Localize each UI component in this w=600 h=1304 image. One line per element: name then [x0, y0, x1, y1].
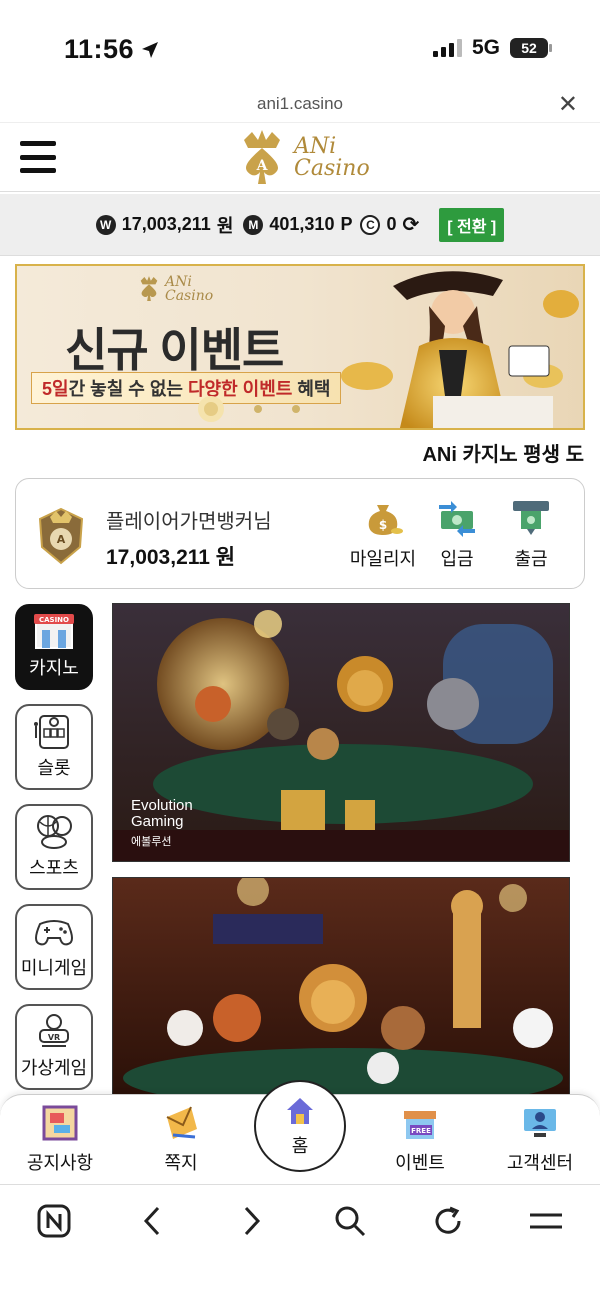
- svg-text:CASINO: CASINO: [39, 616, 69, 624]
- banner-logo: ANi Casino: [137, 274, 213, 304]
- browser-toolbar: [0, 1184, 600, 1304]
- menu-button[interactable]: [524, 1201, 568, 1241]
- banner-logo-line2: Casino: [165, 288, 214, 304]
- deposit-button[interactable]: 입금: [422, 499, 492, 571]
- mileage-button[interactable]: $ 마일리지: [348, 499, 418, 571]
- nav-customer-center[interactable]: 고객센터: [500, 1103, 580, 1175]
- category-slot[interactable]: 슬롯: [15, 704, 93, 790]
- gamepad-icon: [35, 920, 73, 946]
- pagination-dot[interactable]: [254, 405, 262, 413]
- category-virtual[interactable]: VR 가상게임: [15, 1004, 93, 1090]
- close-icon[interactable]: ✕: [558, 90, 578, 119]
- crown-spade-logo-icon: [140, 276, 158, 301]
- balance-coins: 0: [386, 214, 397, 234]
- site-header: A ANi Casino: [0, 122, 600, 192]
- evolution-logo: Evolution Gaming 에볼루션: [131, 797, 193, 849]
- url-text[interactable]: ani1.casino: [0, 94, 600, 114]
- gift-free-icon: FREE: [404, 1111, 436, 1139]
- deposit-icon: [439, 501, 475, 537]
- naver-n-icon: [37, 1204, 71, 1238]
- user-nickname: 플레이어가면뱅커님: [106, 511, 272, 533]
- casino-animals-illustration-2: [113, 878, 569, 1096]
- logo-line2: Casino: [294, 156, 370, 181]
- level-badge-icon: A: [38, 507, 84, 565]
- back-button[interactable]: [130, 1201, 174, 1241]
- site-logo[interactable]: A ANi Casino: [236, 127, 370, 189]
- naver-home-button[interactable]: [32, 1201, 76, 1241]
- banner-pagination: [198, 396, 300, 422]
- sports-balls-icon: [37, 815, 72, 849]
- location-arrow-icon: [142, 41, 159, 58]
- atm-withdraw-icon: [513, 501, 549, 535]
- nav-event[interactable]: FREE 이벤트: [388, 1103, 452, 1175]
- status-right: 5G 52: [432, 36, 552, 60]
- logo-line1: ANi: [294, 134, 337, 159]
- slot-machine-icon: [34, 715, 69, 749]
- category-minigame[interactable]: 미니게임: [15, 904, 93, 990]
- svg-text:VR: VR: [48, 1033, 60, 1042]
- balance-points: 401,310: [269, 214, 335, 234]
- home-icon: [287, 1098, 313, 1124]
- search-icon: [335, 1206, 366, 1237]
- balance-money-unit: 원: [216, 215, 234, 236]
- pagination-dot[interactable]: [292, 405, 300, 413]
- user-money: 17,003,211 원: [106, 546, 236, 569]
- crown-spade-logo-icon: A: [244, 130, 280, 184]
- pirate-girl-illustration: [341, 271, 579, 428]
- nav-notice[interactable]: 공지사항: [24, 1103, 96, 1175]
- mileage-coin-icon: M: [243, 214, 264, 235]
- reload-button[interactable]: [426, 1201, 470, 1241]
- casino-coin-icon: C: [360, 214, 381, 235]
- status-bar: 11:56 5G 52: [0, 0, 600, 88]
- signal-icon: [432, 39, 462, 57]
- refresh-icon[interactable]: ⟳: [403, 212, 420, 237]
- event-banner[interactable]: ANi Casino 신규 이벤트 5일간 놓칠 수 없는 다양한 이벤트 혜택: [15, 264, 585, 430]
- battery-icon: 52: [510, 38, 552, 58]
- nav-home[interactable]: 홈: [254, 1080, 346, 1172]
- svg-text:FREE: FREE: [411, 1127, 431, 1135]
- hamburger-menu-button[interactable]: [20, 141, 56, 173]
- marquee-ticker: ANi 카지노 평생 도: [422, 444, 584, 466]
- status-time: 11:56: [64, 34, 160, 65]
- reload-icon: [435, 1206, 461, 1234]
- vr-headset-icon: VR: [39, 1014, 69, 1047]
- category-casino[interactable]: CASINO 카지노: [15, 604, 93, 690]
- search-button[interactable]: [328, 1201, 372, 1241]
- banner-title: 신규 이벤트: [65, 324, 284, 376]
- game-tile-pragmatic[interactable]: [112, 877, 570, 1097]
- user-card: A 플레이어가면뱅커님 17,003,211 원 $ 마일리지 입금 출금: [15, 478, 585, 589]
- category-sports[interactable]: 스포츠: [15, 804, 93, 890]
- balance-bar: W 17,003,211 원 M 401,310 P C 0 ⟳ [ 전환 ]: [0, 194, 600, 256]
- svg-text:A: A: [256, 158, 269, 174]
- balance-money: 17,003,211: [121, 214, 211, 234]
- network-label: 5G: [471, 36, 500, 59]
- balance-points-unit: P: [340, 214, 353, 234]
- won-coin-icon: W: [95, 214, 116, 235]
- svg-text:$: $: [379, 518, 387, 532]
- notice-board-icon: [42, 1105, 78, 1141]
- game-tile-evolution[interactable]: Evolution Gaming 에볼루션: [112, 603, 570, 862]
- pagination-dot[interactable]: [198, 396, 224, 422]
- menu-lines-icon: [530, 1213, 562, 1229]
- convert-button[interactable]: [ 전환 ]: [439, 207, 505, 242]
- nav-message[interactable]: 쪽지: [146, 1103, 216, 1175]
- chevron-right-icon: [244, 1206, 261, 1236]
- casino-building-icon: CASINO: [34, 614, 74, 649]
- forward-button[interactable]: [230, 1201, 274, 1241]
- withdraw-button[interactable]: 출금: [496, 499, 566, 571]
- chevron-left-icon: [143, 1206, 160, 1236]
- support-agent-icon: [524, 1109, 556, 1137]
- svg-text:A: A: [57, 533, 66, 546]
- url-bar[interactable]: ani1.casino ✕: [0, 88, 600, 122]
- message-envelope-icon: [166, 1106, 197, 1139]
- banner-logo-line1: ANi: [165, 274, 192, 290]
- money-bag-icon: $: [368, 505, 403, 535]
